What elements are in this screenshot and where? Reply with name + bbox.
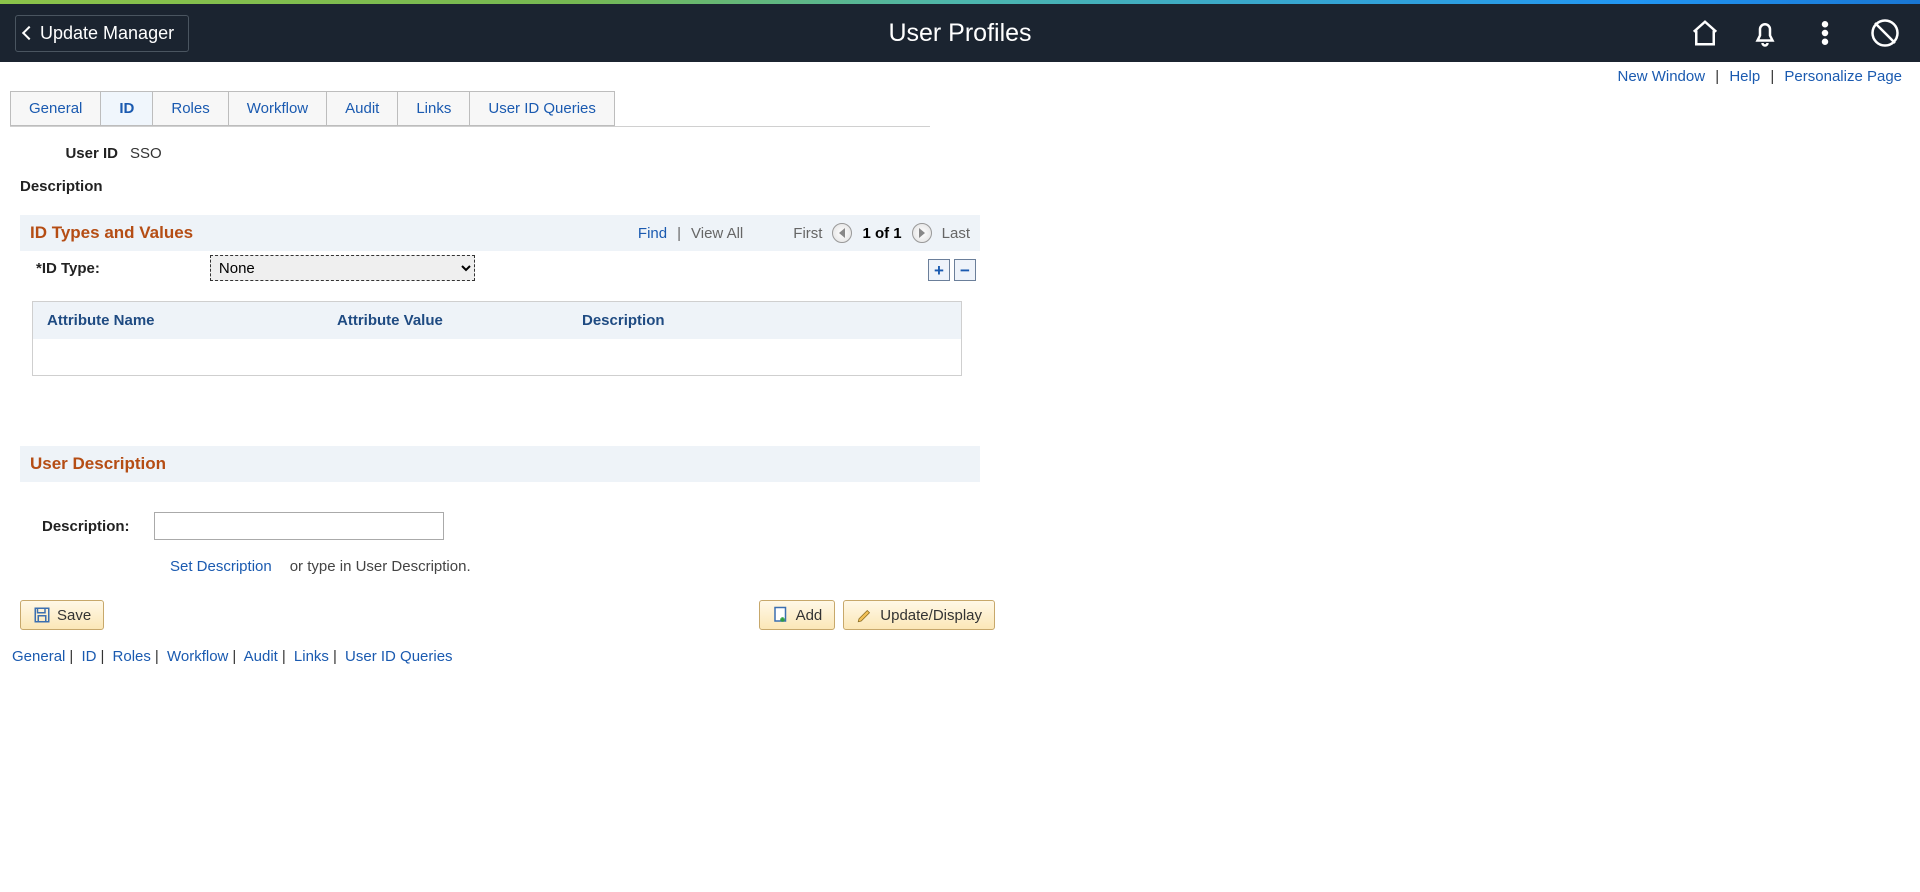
footer-general[interactable]: General <box>12 648 65 665</box>
user-id-label: User ID <box>38 145 118 162</box>
add-row-button[interactable] <box>928 259 950 281</box>
user-description-title: User Description <box>30 454 166 473</box>
tab-workflow[interactable]: Workflow <box>228 91 327 126</box>
back-button-label: Update Manager <box>40 23 174 44</box>
user-description-header: User Description <box>20 446 980 482</box>
save-button[interactable]: Save <box>20 600 104 630</box>
user-id-value: SSO <box>130 145 162 162</box>
description-field-label: Description: <box>42 518 130 535</box>
page-title: User Profiles <box>888 19 1031 48</box>
tab-userid-queries[interactable]: User ID Queries <box>469 91 615 126</box>
attribute-grid: Attribute Name Attribute Value Descripti… <box>32 301 962 376</box>
add-button-label: Add <box>796 607 823 624</box>
tabs-container: General ID Roles Workflow Audit Links Us… <box>10 91 930 127</box>
tab-roles[interactable]: Roles <box>152 91 228 126</box>
delete-row-button[interactable] <box>954 259 976 281</box>
footer-audit[interactable]: Audit <box>244 648 278 665</box>
first-text: First <box>793 225 822 242</box>
app-header: Update Manager User Profiles <box>0 4 1920 62</box>
back-button[interactable]: Update Manager <box>15 15 189 52</box>
tab-general[interactable]: General <box>10 91 101 126</box>
save-button-label: Save <box>57 607 91 624</box>
find-link[interactable]: Find <box>638 225 667 242</box>
id-type-label: *ID Type: <box>36 260 100 277</box>
col-attribute-name: Attribute Name <box>47 312 337 329</box>
home-icon[interactable] <box>1690 18 1720 48</box>
view-all-text: View All <box>691 225 743 242</box>
col-attribute-value: Attribute Value <box>337 312 582 329</box>
menu-dots-icon[interactable] <box>1810 18 1840 48</box>
tab-links[interactable]: Links <box>397 91 470 126</box>
footer-roles[interactable]: Roles <box>113 648 151 665</box>
next-row-button[interactable] <box>912 223 932 243</box>
header-actions <box>1690 18 1900 48</box>
row-counter: 1 of 1 <box>862 225 901 242</box>
user-description-section: User Description Description: Set Descri… <box>20 446 970 575</box>
pencil-icon <box>856 606 874 624</box>
utility-links: New Window | Help | Personalize Page <box>0 62 1920 89</box>
last-text: Last <box>942 225 970 242</box>
footer-links: General| ID| Roles| Workflow| Audit| Lin… <box>12 648 1920 665</box>
tab-audit[interactable]: Audit <box>326 91 398 126</box>
set-description-link[interactable]: Set Description <box>170 558 272 575</box>
footer-userid-queries[interactable]: User ID Queries <box>345 648 453 665</box>
action-bar: Save Add Update/Display <box>20 600 995 630</box>
footer-links-link[interactable]: Links <box>294 648 329 665</box>
scroll-controls: Find | View All First 1 of 1 Last <box>638 223 970 243</box>
help-link[interactable]: Help <box>1729 68 1760 85</box>
prev-row-button[interactable] <box>832 223 852 243</box>
attribute-grid-header: Attribute Name Attribute Value Descripti… <box>33 302 961 339</box>
footer-workflow[interactable]: Workflow <box>167 648 228 665</box>
new-window-link[interactable]: New Window <box>1618 68 1706 85</box>
id-types-title: ID Types and Values <box>30 223 193 243</box>
attribute-grid-body <box>33 339 961 375</box>
tab-id[interactable]: ID <box>100 91 153 126</box>
description-hint: or type in User Description. <box>290 558 471 575</box>
description-input[interactable] <box>154 512 444 540</box>
content-area: User ID SSO Description ID Types and Val… <box>0 127 980 575</box>
personalize-link[interactable]: Personalize Page <box>1784 68 1902 85</box>
add-button[interactable]: Add <box>759 600 836 630</box>
id-type-select[interactable]: None <box>210 255 475 281</box>
update-display-button[interactable]: Update/Display <box>843 600 995 630</box>
save-icon <box>33 606 51 624</box>
add-icon <box>772 606 790 624</box>
notifications-icon[interactable] <box>1750 18 1780 48</box>
col-description: Description <box>582 312 947 329</box>
id-types-section-header: ID Types and Values Find | View All Firs… <box>20 215 980 251</box>
description-label: Description <box>20 178 970 195</box>
chevron-left-icon <box>22 26 36 40</box>
footer-id[interactable]: ID <box>81 648 96 665</box>
update-display-label: Update/Display <box>880 607 982 624</box>
compass-icon[interactable] <box>1870 18 1900 48</box>
